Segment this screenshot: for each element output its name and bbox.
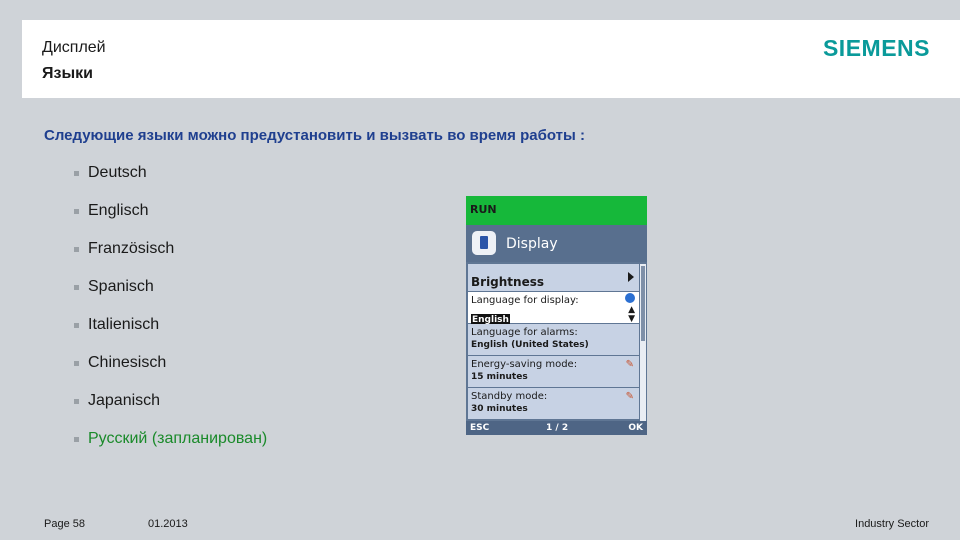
language-name: Japanisch xyxy=(88,392,161,409)
menu-item-standby[interactable]: Standby mode: 30 minutes ✎ xyxy=(468,388,639,419)
menu-item-value: 15 minutes xyxy=(471,372,528,382)
language-name: Spanisch xyxy=(88,278,154,295)
menu-item-energy-saving[interactable]: Energy-saving mode: 15 minutes ✎ xyxy=(468,356,639,387)
list-item: Italienisch xyxy=(74,316,267,354)
page-number: Page 58 xyxy=(44,518,85,530)
header-bar: Дисплей Языки SIEMENS xyxy=(22,20,960,98)
list-item: Deutsch xyxy=(74,164,267,202)
esc-button[interactable]: ESC xyxy=(470,423,489,433)
slide-subtitle: Языки xyxy=(42,65,93,82)
up-down-arrows-icon: ▲ ▼ xyxy=(628,305,635,324)
page-indicator: 1 / 2 xyxy=(546,423,569,433)
bullet-icon xyxy=(74,285,79,290)
bullet-icon xyxy=(74,247,79,252)
bullet-icon xyxy=(74,437,79,442)
menu-item-label: Energy-saving mode: xyxy=(471,359,578,370)
chevron-right-icon xyxy=(628,272,634,282)
list-item: Spanisch xyxy=(74,278,267,316)
menu-item-value: English (United States) xyxy=(471,340,589,350)
device-screenshot: RUN Display Brightness Language for disp… xyxy=(466,196,647,435)
language-name: Englisch xyxy=(88,202,149,219)
language-list: Deutsch Englisch Französisch Spanisch It… xyxy=(74,164,267,468)
list-item-planned: Русский (запланирован) xyxy=(74,430,267,468)
menu-item-label: Brightness xyxy=(471,275,545,289)
menu-item-language-display[interactable]: Language for display: English ▲ ▼ xyxy=(468,292,639,326)
screen-title: Display xyxy=(506,236,558,252)
globe-icon xyxy=(625,293,635,303)
display-icon xyxy=(472,231,496,255)
list-item: Japanisch xyxy=(74,392,267,430)
language-name: Русский (запланирован) xyxy=(88,430,268,447)
bullet-icon xyxy=(74,171,79,176)
menu-item-brightness[interactable]: Brightness xyxy=(468,264,639,291)
language-name: Chinesisch xyxy=(88,354,167,371)
menu-item-language-alarms[interactable]: Language for alarms: English (United Sta… xyxy=(468,324,639,355)
bullet-icon xyxy=(74,323,79,328)
footer-sector: Industry Sector xyxy=(855,518,929,530)
screen-header: Display xyxy=(466,225,647,262)
language-name: Französisch xyxy=(88,240,175,257)
pencil-icon: ✎ xyxy=(625,359,634,370)
menu-item-label: Standby mode: xyxy=(471,391,548,402)
language-name: Italienisch xyxy=(88,316,160,333)
run-status-bar: RUN xyxy=(466,196,647,225)
menu-item-label: Language for display: xyxy=(471,295,579,306)
ok-button[interactable]: OK xyxy=(628,423,643,433)
scrollbar[interactable] xyxy=(640,264,646,424)
softkey-bar: ESC 1 / 2 OK xyxy=(466,421,647,435)
scrollbar-thumb[interactable] xyxy=(641,266,645,341)
list-item: Französisch xyxy=(74,240,267,278)
menu-item-value: 30 minutes xyxy=(471,404,528,414)
menu-item-label: Language for alarms: xyxy=(471,327,578,338)
pencil-icon: ✎ xyxy=(625,391,634,402)
list-item: Englisch xyxy=(74,202,267,240)
intro-text: Следующие языки можно предустановить и в… xyxy=(44,127,585,144)
settings-menu: Brightness Language for display: English… xyxy=(468,264,639,420)
siemens-logo: SIEMENS xyxy=(822,35,930,61)
language-name: Deutsch xyxy=(88,164,147,181)
bullet-icon xyxy=(74,399,79,404)
list-item: Chinesisch xyxy=(74,354,267,392)
slide-title: Дисплей xyxy=(42,39,106,56)
bullet-icon xyxy=(74,361,79,366)
bullet-icon xyxy=(74,209,79,214)
footer-date: 01.2013 xyxy=(148,518,188,530)
